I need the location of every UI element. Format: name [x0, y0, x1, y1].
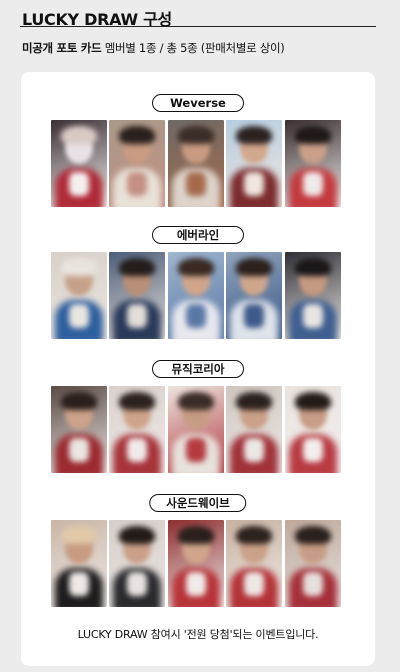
photo-card [51, 386, 107, 473]
photo-card [109, 520, 165, 607]
section-label: 뮤직코리아 [152, 360, 244, 378]
photo-row [51, 520, 341, 608]
section-everline: 에버라인 [21, 226, 375, 346]
photo-card [168, 386, 224, 473]
lucky-draw-card: Weverse 에버라인 뮤직코리아 사운드웨이브 LUCKY DRAW 참여시… [21, 72, 375, 666]
photo-card [51, 520, 107, 607]
photo-row [51, 120, 341, 208]
photo-card [168, 252, 224, 339]
section-weverse: Weverse [21, 94, 375, 214]
photo-row [51, 386, 341, 474]
photo-card [51, 252, 107, 339]
photo-card [285, 120, 341, 207]
photo-card [285, 252, 341, 339]
photo-card [51, 120, 107, 207]
subtitle-detail: 멤버별 1종 / 총 5종 (판매처별로 상이) [101, 41, 285, 55]
section-soundwave: 사운드웨이브 [21, 494, 375, 614]
section-label: 에버라인 [152, 226, 244, 244]
subtitle-highlight: 미공개 포토 카드 [22, 41, 102, 55]
photo-card [109, 120, 165, 207]
section-music-korea: 뮤직코리아 [21, 360, 375, 480]
photo-card [285, 386, 341, 473]
photo-card [109, 386, 165, 473]
section-label: Weverse [152, 94, 244, 112]
photo-card [109, 252, 165, 339]
section-label: 사운드웨이브 [149, 494, 247, 512]
photo-row [51, 252, 341, 340]
event-note: LUCKY DRAW 참여시 '전원 당첨'되는 이벤트입니다. [77, 628, 319, 641]
photo-card [226, 252, 282, 339]
photo-card [285, 520, 341, 607]
photo-card [168, 120, 224, 207]
photo-card [226, 520, 282, 607]
title-divider [20, 26, 376, 27]
photo-card [226, 386, 282, 473]
subtitle: 미공개 포토 카드 멤버별 1종 / 총 5종 (판매처별로 상이) [22, 40, 285, 56]
photo-card [168, 520, 224, 607]
photo-card [226, 120, 282, 207]
